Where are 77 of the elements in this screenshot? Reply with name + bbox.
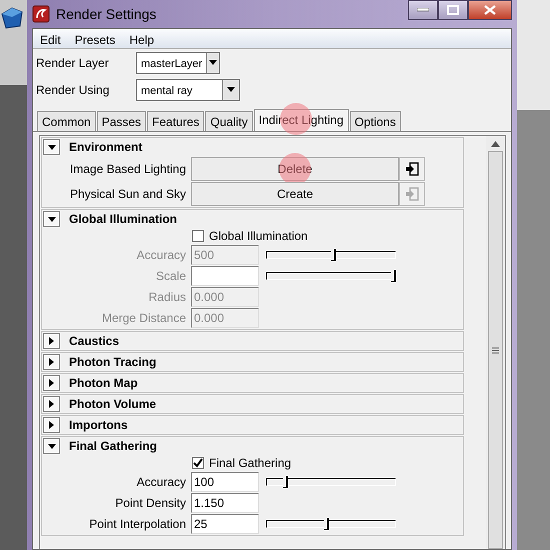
slider-thumb[interactable] [283,476,288,488]
field-label: Point Density [114,494,186,512]
collapse-arrow-icon [48,216,56,222]
expand-toggle[interactable] [43,333,60,350]
map-button[interactable] [399,156,425,181]
maximize-button[interactable] [438,0,468,20]
section-title: Final Gathering [69,438,158,456]
action-button[interactable]: Create [191,182,399,206]
check-icon [193,458,203,468]
expand-arrow-icon [49,421,54,430]
field-label: Physical Sun and Sky [68,186,186,203]
checkbox[interactable] [192,230,204,242]
field-label: Merge Distance [100,310,186,327]
expand-arrow-icon [49,358,54,366]
checkbox[interactable] [192,457,204,470]
input-arrow-icon [405,162,419,176]
expand-arrow-icon [49,400,54,408]
caret-icon [209,60,218,65]
tab[interactable]: Quality [205,111,253,132]
dropdown[interactable]: mental ray [136,78,240,100]
expand-toggle[interactable] [43,354,60,370]
tab[interactable]: Features [147,111,204,132]
maximize-icon [447,5,459,15]
field-label: Accuracy [136,474,186,491]
field-label: Render Using [36,82,110,98]
slider[interactable] [266,250,396,259]
tab[interactable]: Indirect Lighting [254,109,348,132]
app-icon [32,5,50,23]
expand-toggle[interactable] [43,417,60,434]
field-label: Radius [148,288,186,306]
section-title: Photon Tracing [69,354,156,372]
grip-icon [492,346,500,354]
field-label: Accuracy [136,246,186,264]
input-field[interactable]: 25 [191,514,259,534]
collapse-arrow-icon [48,444,56,449]
section-title: Photon Volume [69,396,156,414]
field-label: Scale [154,268,186,285]
checkbox-label: Global Illumination [209,228,308,246]
expand-toggle[interactable] [43,438,60,454]
scroll-up-icon[interactable] [491,141,500,148]
input-arrow-icon [405,186,419,201]
slider-thumb[interactable] [324,518,330,530]
section-title: Caustics [69,333,120,350]
tab[interactable]: Options [350,111,401,132]
input-field[interactable]: 100 [191,472,259,492]
section-title: Global Illumination [69,211,177,228]
window-title: Render Settings [56,4,156,24]
slider[interactable] [266,272,396,280]
close-icon [484,5,496,15]
section-title: Photon Map [69,375,138,392]
checkbox-label: Final Gathering [209,455,292,472]
expand-arrow-icon [49,337,54,346]
menu-item[interactable]: Presets [68,29,122,48]
input-field[interactable]: 1.150 [191,492,259,513]
close-button[interactable] [468,0,512,20]
section-title: Importons [69,417,128,434]
caret-icon [227,87,235,92]
expand-arrow-icon [49,379,54,388]
tab[interactable]: Passes [96,111,146,132]
field-label: Render Layer [36,54,110,72]
field-label: Point Interpolation [88,516,186,533]
slider[interactable] [266,520,396,528]
collapse-arrow-icon [48,144,56,150]
expand-toggle[interactable] [43,396,60,412]
minimize-icon [417,8,429,12]
minimize-button[interactable] [408,0,438,20]
tab[interactable]: Common [37,111,96,132]
field-label: Image Based Lighting [68,160,186,178]
dropdown[interactable]: masterLayer [136,52,220,74]
expand-toggle[interactable] [43,139,60,156]
expand-toggle[interactable] [43,211,60,228]
menu-item[interactable]: Help [122,29,162,48]
menu-item[interactable]: Edit [33,29,68,48]
slider[interactable] [266,478,396,486]
section-title: Environment [69,139,142,156]
scrollbar[interactable] [486,136,505,549]
expand-toggle[interactable] [43,375,60,392]
